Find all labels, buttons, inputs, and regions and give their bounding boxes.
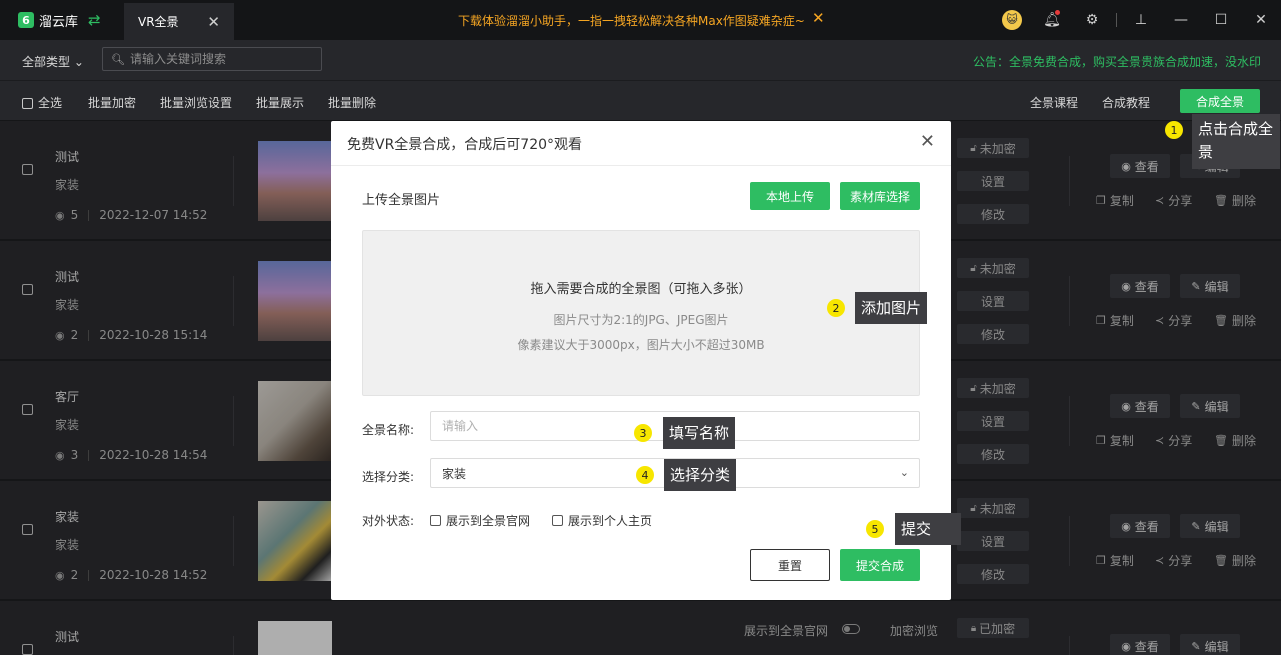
minimize-icon[interactable]: — [1161, 12, 1201, 28]
show-official-checkbox[interactable]: 展示到全景官网 [430, 512, 530, 529]
select-all-checkbox[interactable]: 全选 [22, 94, 62, 111]
tab-label: VR全景 [138, 15, 179, 29]
logo[interactable]: 6 溜云库 ⇄ [0, 0, 122, 40]
title-bar: 6 溜云库 ⇄ VR全景 ✕ 下载体验溜溜小助手，一指一拽轻松解决各种Max作图… [0, 0, 1281, 40]
search-box[interactable]: 🔍︎ [102, 47, 322, 71]
library-select-button[interactable]: 素材库选择 [840, 182, 920, 210]
batch-encrypt-button[interactable]: 批量加密 [88, 94, 136, 111]
promo-close-icon[interactable]: ✕ [812, 9, 825, 27]
app-window: 6 溜云库 ⇄ VR全景 ✕ 下载体验溜溜小助手，一指一拽轻松解决各种Max作图… [0, 0, 1281, 655]
notification-dot [1055, 10, 1060, 15]
dialog-close-icon[interactable]: ✕ [920, 131, 935, 152]
batch-browse-button[interactable]: 批量浏览设置 [160, 94, 232, 111]
chevron-down-icon: ⌄ [899, 466, 909, 479]
chevron-down-icon: ⌄ [73, 55, 84, 69]
dropzone-title: 拖入需要合成的全景图（可拖入多张） [530, 282, 752, 297]
avatar-icon: 😺 [1002, 10, 1022, 30]
submit-compose-button[interactable]: 提交合成 [840, 549, 920, 581]
batch-delete-button[interactable]: 批量删除 [328, 94, 376, 111]
show-official-label: 展示到全景官网 [446, 514, 531, 528]
switch-icon[interactable]: ⇄ [88, 11, 101, 29]
checkbox-icon [22, 98, 33, 109]
pin-icon[interactable]: ⊥ [1121, 12, 1161, 28]
annotation-callout-5: 提交 [895, 513, 961, 545]
annotation-step-3: 3 [634, 424, 652, 442]
show-personal-checkbox[interactable]: 展示到个人主页 [552, 512, 652, 529]
local-upload-button[interactable]: 本地上传 [750, 182, 830, 210]
annotation-callout-3: 填写名称 [663, 417, 736, 449]
type-dropdown-label: 全部类型 [22, 55, 71, 69]
show-personal-label: 展示到个人主页 [568, 514, 653, 528]
name-label: 全景名称: [362, 423, 415, 437]
avatar[interactable]: 😺 [992, 10, 1032, 30]
divider [1116, 13, 1117, 27]
compose-panorama-button[interactable]: 合成全景 [1180, 89, 1260, 113]
dialog-title: 免费VR全景合成，合成后可720°观看 [347, 137, 583, 153]
logo-icon: 6 [18, 12, 34, 28]
dropzone-hint-pixels: 像素建议大于3000px，图片大小不超过30MB [517, 338, 765, 352]
annotation-step-2: 2 [827, 299, 845, 317]
annotation-callout-4: 选择分类 [664, 459, 737, 491]
search-input[interactable] [129, 52, 310, 66]
checkbox-icon [552, 515, 563, 526]
reset-button[interactable]: 重置 [750, 549, 830, 581]
compose-dialog: 免费VR全景合成，合成后可720°观看 ✕ 上传全景图片 本地上传 素材库选择 … [331, 121, 951, 600]
course-link[interactable]: 全景课程 [1030, 94, 1078, 111]
status-label: 对外状态: [362, 514, 415, 528]
filter-bar: 全部类型 ⌄ 🔍︎ 公告：全景免费合成，购买全景贵族合成加速，没水印 [0, 40, 1281, 80]
app-name: 溜云库 [39, 14, 79, 30]
announcement: 公告：全景免费合成，购买全景贵族合成加速，没水印 [972, 55, 1261, 69]
promo-banner[interactable]: 下载体验溜溜小助手，一指一拽轻松解决各种Max作图疑难杂症~ [458, 12, 805, 29]
window-close-icon[interactable]: ✕ [1241, 12, 1281, 28]
annotation-callout-2: 添加图片 [855, 292, 928, 324]
category-value: 家装 [442, 466, 467, 481]
tab-vr-panorama[interactable]: VR全景 ✕ [124, 3, 234, 40]
tutorial-link[interactable]: 合成教程 [1102, 94, 1150, 111]
maximize-icon[interactable]: ☐ [1201, 12, 1241, 28]
category-label: 选择分类: [362, 470, 415, 484]
annotation-step-5: 5 [866, 520, 884, 538]
annotation-callout-1: 点击合成全景 [1192, 114, 1280, 169]
search-icon: 🔍︎ [111, 52, 125, 66]
window-controls: 😺 🔔︎ ⚙ ⊥ — ☐ ✕ [992, 0, 1281, 40]
checkbox-icon [430, 515, 441, 526]
close-icon[interactable]: ✕ [207, 13, 220, 31]
select-all-label: 全选 [38, 96, 63, 110]
annotation-step-4: 4 [636, 466, 654, 484]
action-bar: 全选 批量加密 批量浏览设置 批量展示 批量删除 全景课程 合成教程 合成全景 [0, 80, 1281, 120]
batch-show-button[interactable]: 批量展示 [256, 94, 304, 111]
upload-label: 上传全景图片 [362, 193, 441, 208]
bell-icon[interactable]: 🔔︎ [1032, 10, 1072, 28]
gear-icon[interactable]: ⚙ [1072, 12, 1112, 28]
annotation-step-1: 1 [1165, 121, 1183, 139]
type-dropdown[interactable]: 全部类型 ⌄ [22, 53, 84, 70]
